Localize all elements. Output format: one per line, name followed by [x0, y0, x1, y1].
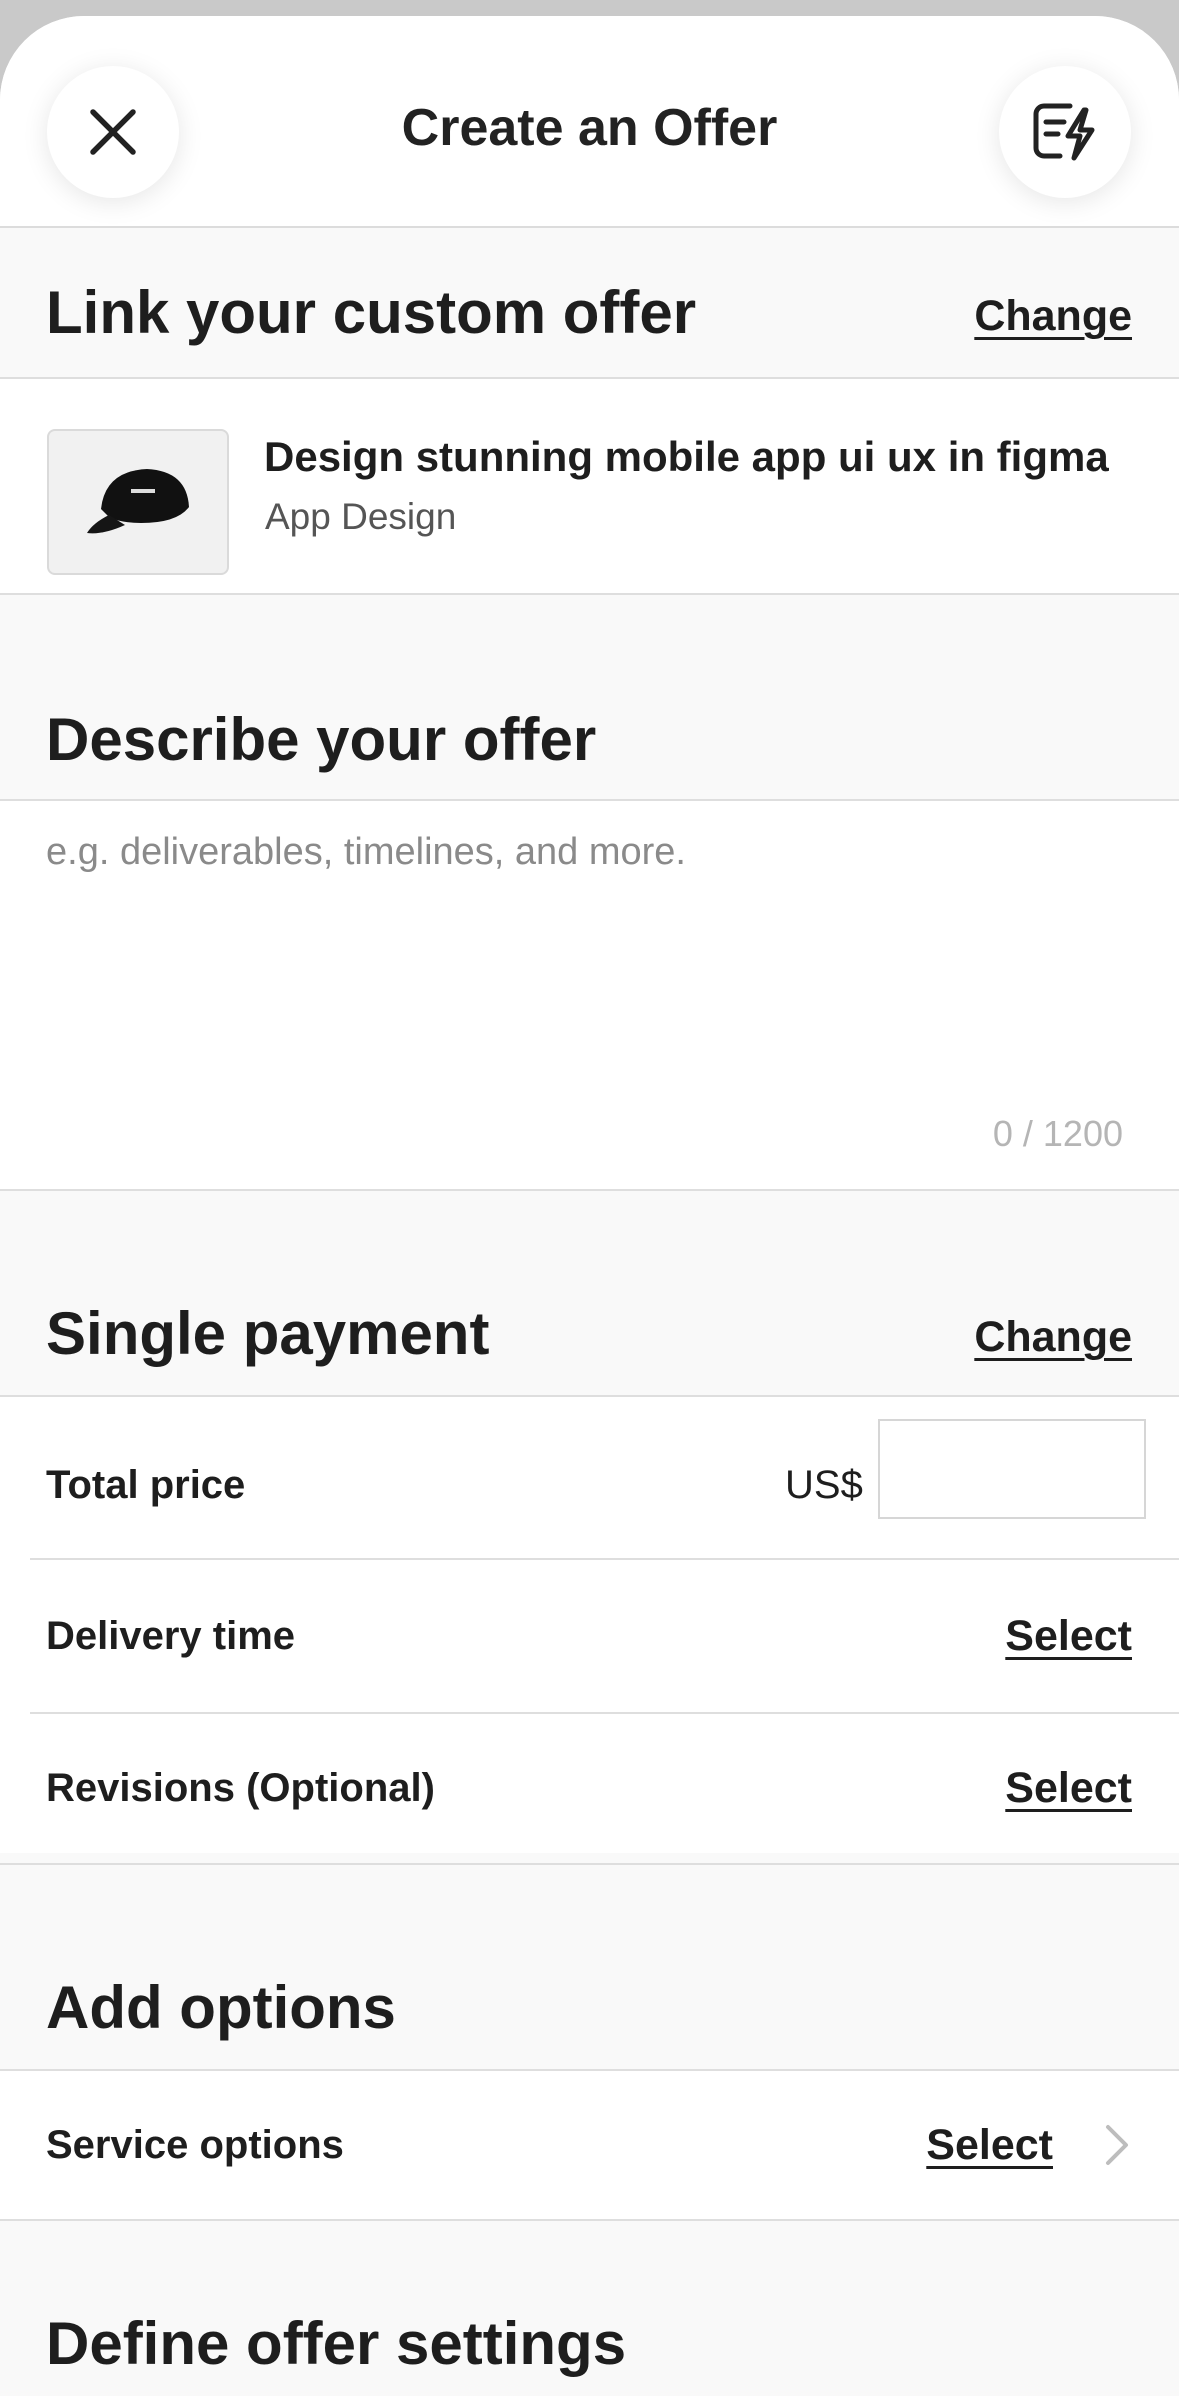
total-price-label: Total price — [46, 1463, 246, 1507]
chevron-right-icon — [1106, 2125, 1128, 2165]
revisions-label: Revisions (Optional) — [46, 1766, 435, 1810]
delivery-time-label: Delivery time — [46, 1614, 296, 1658]
description-textarea[interactable]: e.g. deliverables, timelines, and more. … — [0, 801, 1179, 1189]
service-options-select[interactable]: Select — [926, 2121, 1053, 2170]
gig-thumbnail — [47, 429, 229, 575]
delivery-time-select[interactable]: Select — [1005, 1612, 1132, 1661]
header: Create an Offer — [0, 16, 1179, 228]
options-section: Add options — [0, 1865, 1179, 2070]
describe-title: Describe your offer — [46, 706, 597, 773]
offer-sheet: Create an Offer Link your custom offer C… — [0, 16, 1179, 2396]
char-counter: 0 / 1200 — [992, 1113, 1123, 1154]
settings-section: Define offer settings — [0, 2221, 1179, 2396]
quick-response-icon — [1033, 103, 1095, 161]
options-title: Add options — [46, 1974, 396, 2041]
gig-category: App Design — [265, 496, 457, 537]
payment-details: Total price US$ Delivery time Select Rev… — [0, 1397, 1179, 1853]
link-offer-section: Link your custom offer Change — [0, 228, 1179, 378]
describe-section: Describe your offer — [0, 595, 1179, 801]
currency-label: US$ — [785, 1463, 863, 1507]
settings-title: Define offer settings — [46, 2310, 627, 2377]
payment-section: Single payment Change — [0, 1191, 1179, 1397]
payment-title: Single payment — [46, 1300, 490, 1367]
revisions-row[interactable]: Revisions (Optional) Select — [0, 1714, 1179, 1853]
linked-gig-card[interactable]: Design stunning mobile app ui ux in figm… — [0, 379, 1179, 593]
quick-response-button[interactable] — [999, 66, 1131, 198]
delivery-time-row[interactable]: Delivery time Select — [0, 1560, 1179, 1712]
change-payment-link[interactable]: Change — [974, 1313, 1132, 1362]
change-gig-link[interactable]: Change — [974, 292, 1132, 341]
service-options-label: Service options — [46, 2123, 344, 2167]
link-offer-title: Link your custom offer — [46, 279, 697, 346]
description-placeholder: e.g. deliverables, timelines, and more. — [46, 831, 686, 873]
service-options-row[interactable]: Service options Select — [0, 2071, 1179, 2219]
gig-title: Design stunning mobile app ui ux in figm… — [264, 433, 1109, 480]
revisions-select[interactable]: Select — [1005, 1764, 1132, 1813]
cap-image — [87, 469, 189, 534]
total-price-input[interactable] — [878, 1419, 1146, 1519]
